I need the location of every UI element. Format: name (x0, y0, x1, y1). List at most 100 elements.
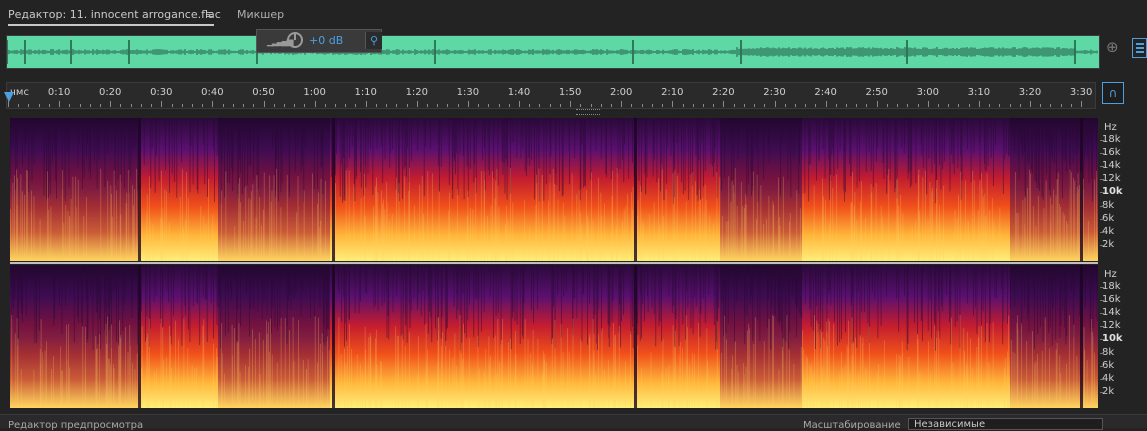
time-tick (1060, 104, 1062, 107)
time-tick (273, 104, 275, 107)
resize-grip[interactable] (576, 109, 600, 115)
time-tick (815, 104, 817, 107)
time-tick (539, 104, 541, 107)
time-tick (519, 101, 520, 107)
frequency-tick (1100, 166, 1104, 167)
time-tick (999, 104, 1001, 107)
frequency-tick (1100, 379, 1104, 380)
time-tick (294, 104, 296, 107)
gain-readout[interactable]: +0 dB (309, 34, 343, 47)
time-tick-label: 2:40 (814, 87, 837, 98)
spectrogram-graphic (10, 265, 1098, 408)
time-tick (467, 101, 469, 107)
time-tick (304, 104, 306, 107)
time-tick (99, 104, 101, 107)
time-tick (846, 104, 848, 107)
time-tick (743, 104, 745, 107)
frequency-unit-label: Hz (1104, 269, 1117, 280)
frequency-tick (1100, 353, 1104, 354)
time-tick (958, 104, 960, 107)
frequency-label: 14k (1102, 307, 1121, 318)
time-tick (651, 104, 653, 107)
time-tick (457, 104, 459, 107)
frequency-label: 10k (1102, 333, 1123, 344)
frequency-label: 16k (1102, 294, 1121, 305)
frequency-label: 12k (1102, 173, 1121, 184)
time-tick (580, 104, 582, 107)
time-tick (702, 104, 704, 107)
time-tick (396, 104, 398, 107)
frequency-tick (1100, 140, 1104, 141)
tab-editor[interactable]: Редактор: 11. innocent arrogance.flac (8, 8, 221, 21)
time-tick-label: 1:20 (405, 87, 429, 98)
time-tick (263, 101, 265, 107)
zoom-navigator-icon[interactable]: ⊕ (1106, 38, 1119, 56)
time-tick (375, 104, 377, 107)
time-tick (1070, 104, 1072, 107)
snap-magnet-icon[interactable]: ∩ (1102, 82, 1124, 104)
preview-editor-label[interactable]: Редактор предпросмотра (8, 420, 143, 431)
time-tick (723, 101, 725, 107)
time-tick (151, 104, 153, 107)
time-tick (48, 104, 50, 107)
panel-list-icon[interactable] (1132, 38, 1147, 58)
time-tick-label: 2:10 (661, 87, 684, 98)
frequency-tick (1100, 206, 1104, 207)
time-tick (110, 101, 112, 107)
time-tick (559, 104, 561, 107)
frequency-tick (1100, 245, 1104, 246)
waveform-overview[interactable] (6, 35, 1100, 69)
frequency-tick (1100, 153, 1104, 154)
spectrogram-channel-left[interactable] (10, 118, 1098, 261)
time-tick (355, 104, 357, 107)
time-tick (692, 104, 694, 107)
spectrogram-channel-right[interactable] (10, 265, 1098, 408)
time-tick (498, 104, 500, 107)
time-tick (161, 101, 163, 107)
time-tick (181, 104, 183, 107)
time-tick-label: 3:00 (916, 87, 940, 98)
pin-icon[interactable]: ⚲ (365, 32, 382, 49)
time-tick (437, 104, 439, 107)
time-tick (610, 104, 612, 107)
volume-knob[interactable] (287, 32, 303, 48)
time-tick (427, 104, 429, 107)
time-tick (784, 104, 786, 107)
frequency-tick (1100, 219, 1104, 220)
frequency-unit-label: Hz (1104, 122, 1117, 133)
frequency-tick (1100, 313, 1104, 314)
time-tick-label: 2:30 (763, 87, 786, 98)
playhead-marker[interactable] (4, 92, 14, 102)
time-tick-label: 1:10 (354, 87, 377, 98)
time-tick (938, 104, 940, 107)
time-tick (989, 104, 991, 107)
time-tick (314, 101, 316, 107)
panel-menu-icon[interactable]: ≡ (205, 8, 214, 21)
time-tick (897, 104, 899, 107)
time-tick-label: 0:20 (98, 87, 122, 98)
tab-mixer[interactable]: Микшер (237, 8, 284, 21)
time-tick (38, 104, 40, 107)
channel-divider (10, 262, 1098, 264)
time-tick (89, 104, 91, 107)
time-tick (886, 104, 888, 107)
time-tick (927, 101, 929, 107)
time-tick-label: 2:20 (712, 87, 735, 98)
time-tick (774, 101, 776, 107)
scaling-select[interactable]: Независимые (908, 418, 1103, 430)
time-tick (386, 104, 388, 107)
active-tab-indicator (8, 24, 214, 26)
time-tick (1081, 101, 1083, 107)
time-tick (733, 104, 735, 107)
time-tick (1019, 104, 1021, 107)
time-tick (488, 104, 490, 107)
frequency-label: 16k (1102, 147, 1121, 158)
time-tick (590, 104, 592, 107)
time-tick-label: 1:30 (456, 87, 480, 98)
time-tick (365, 101, 367, 107)
spectrogram-graphic (10, 118, 1098, 261)
time-tick (794, 104, 796, 107)
time-tick-label: 1:40 (507, 87, 531, 98)
time-tick (232, 104, 234, 107)
frequency-axis-left: Hz 18k 16k 14k 12k 10k 8k 6k 4k 2k (1100, 118, 1147, 261)
